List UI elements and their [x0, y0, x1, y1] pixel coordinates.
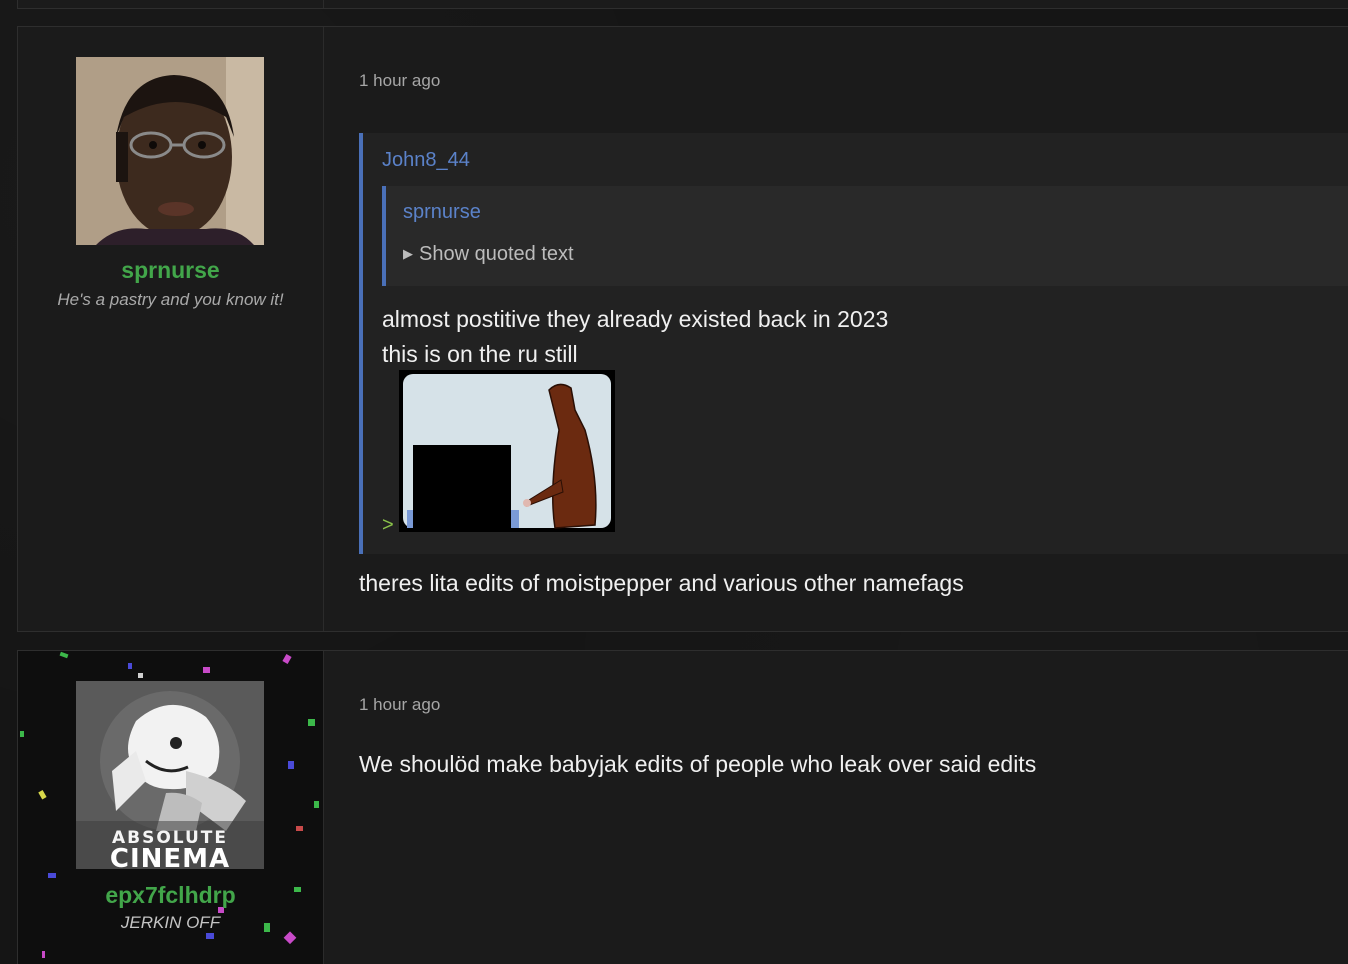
quote-line: this is on the ru still — [382, 341, 578, 367]
post: ABSOLUTE CINEMA epx7fclhdrp JERKIN OFF 1… — [17, 650, 1348, 964]
post-timestamp[interactable]: 1 hour ago — [359, 695, 440, 715]
quote-line: almost postitive they already existed ba… — [382, 306, 889, 332]
post-timestamp[interactable]: 1 hour ago — [359, 71, 440, 91]
thread-page: sprnurse He's a pastry and you know it! … — [0, 0, 1348, 964]
quote-author[interactable]: John8_44 — [382, 149, 470, 172]
avatar-cinema-image: ABSOLUTE CINEMA — [76, 681, 264, 869]
nested-quote-block: sprnurse ▶ Show quoted text — [382, 186, 1348, 286]
greentext-marker: > — [382, 514, 394, 536]
user-title: JERKIN OFF — [120, 913, 221, 932]
triangle-right-icon: ▶ — [403, 246, 413, 261]
quote-text: almost postitive they already existed ba… — [382, 302, 888, 372]
post-author-name[interactable]: sprnurse — [18, 257, 323, 284]
avatar-text-bottom: CINEMA — [110, 844, 230, 869]
user-title: He's a pastry and you know it! — [57, 290, 284, 309]
avatar-photo — [76, 57, 264, 245]
previous-post-edge — [17, 0, 1348, 9]
post-author-panel: ABSOLUTE CINEMA epx7fclhdrp JERKIN OFF — [18, 651, 324, 964]
post-author-name[interactable]: epx7fclhdrp — [18, 882, 323, 909]
quote-image[interactable] — [399, 370, 615, 535]
post: sprnurse He's a pastry and you know it! … — [17, 26, 1348, 632]
post-author-panel: sprnurse He's a pastry and you know it! — [18, 27, 324, 631]
post-text: We shoulöd make babyjak edits of people … — [359, 751, 1037, 777]
column-divider — [323, 0, 324, 8]
show-quoted-text-toggle[interactable]: ▶ Show quoted text — [403, 243, 574, 266]
avatar[interactable]: ABSOLUTE CINEMA — [76, 681, 264, 869]
drawing-image — [399, 370, 615, 535]
nested-quote-author[interactable]: sprnurse — [403, 201, 481, 224]
post-text: theres lita edits of moistpepper and var… — [359, 570, 964, 596]
show-quoted-text-label: Show quoted text — [419, 243, 574, 265]
avatar[interactable] — [76, 57, 264, 245]
quote-block: John8_44 sprnurse ▶ Show quoted text almo… — [359, 133, 1348, 554]
